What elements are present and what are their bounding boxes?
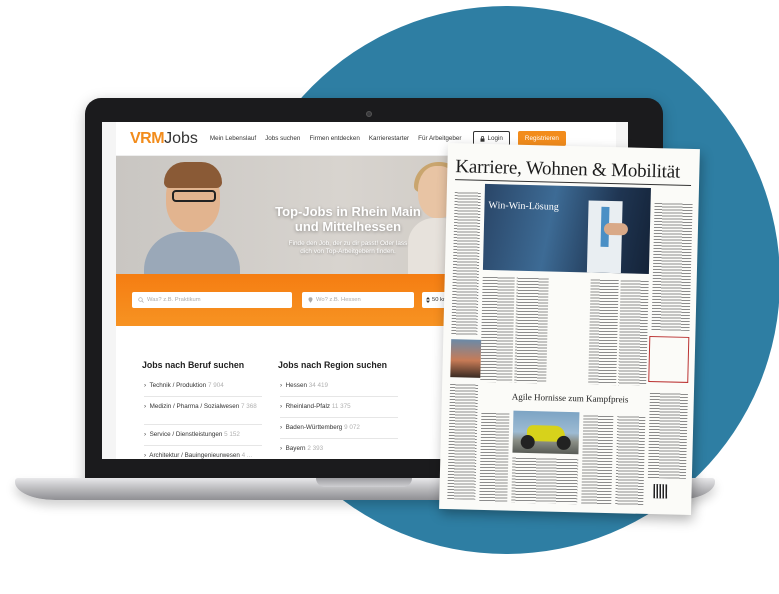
divider (280, 438, 398, 439)
divider (280, 417, 398, 418)
newspaper-column (451, 191, 481, 336)
list-item[interactable]: › Hessen 34 419 (280, 382, 328, 390)
keyword-placeholder: Was? z.B. Praktikum (147, 297, 201, 303)
keyword-search-input[interactable]: Was? z.B. Praktikum (132, 292, 292, 308)
sort-arrows-icon (426, 297, 430, 303)
newspaper-page: Karriere, Wohnen & Mobilität Win-Win-Lös… (439, 143, 700, 516)
list-item[interactable]: › Baden-Württemberg 9 072 (280, 424, 360, 432)
newspaper-column (479, 411, 510, 503)
newspaper-headline-main: Win-Win-Lösung (488, 200, 559, 213)
site-logo[interactable]: VRM Jobs (130, 130, 198, 148)
list-item[interactable]: › Architektur / Bauingenieurwesen 4 ... (144, 452, 252, 459)
newspaper-column (480, 275, 515, 383)
map-pin-icon (308, 297, 313, 303)
newspaper-column (618, 279, 649, 386)
laptop-notch (316, 478, 412, 487)
nav-jobs-suchen[interactable]: Jobs suchen (265, 135, 300, 142)
list-item[interactable]: › Technik / Produktion 7 904 (144, 382, 224, 390)
nav-karrierestarter[interactable]: Karrierestarter (369, 135, 409, 142)
newspaper-column (651, 202, 693, 331)
search-icon (138, 297, 144, 303)
newspaper-side-column (455, 183, 481, 184)
nav-fuer-arbeitgeber[interactable]: Für Arbeitgeber (418, 135, 461, 142)
divider (144, 396, 262, 397)
hero-subtitle: Finde den Job, der zu dir passt! Oder la… (288, 240, 408, 255)
newspaper-column (581, 414, 614, 506)
logo-jobs: Jobs (164, 129, 198, 147)
location-placeholder: Wo? z.B. Hessen (316, 297, 361, 303)
profession-heading: Jobs nach Beruf suchen (142, 360, 245, 370)
main-nav: Mein Lebenslauf Jobs suchen Firmen entde… (210, 135, 462, 142)
list-item[interactable]: › Rheinland-Pfalz 11 375 (280, 403, 351, 411)
divider (280, 396, 398, 397)
newspaper-column (514, 276, 549, 384)
list-item[interactable]: › Medizin / Pharma / Sozialwesen 7 368 (144, 403, 262, 411)
newspaper-infobox (648, 335, 690, 383)
webcam-icon (366, 111, 372, 117)
newspaper-photo-motorcycle (512, 410, 580, 455)
newspaper-column (615, 415, 646, 506)
login-label: Login (487, 135, 503, 142)
newspaper-photo-house (450, 339, 482, 378)
register-button[interactable]: Registrieren (517, 131, 566, 146)
logo-vrm: VRM (130, 129, 165, 147)
nav-firmen-entdecken[interactable]: Firmen entdecken (309, 135, 359, 142)
hero-title: Top-Jobs in Rhein Main und Mittelhessen (275, 204, 421, 234)
hero-photo-man (144, 162, 240, 274)
lock-icon (480, 135, 484, 142)
list-item[interactable]: › Bayern 2 393 (280, 445, 323, 453)
nav-mein-lebenslauf[interactable]: Mein Lebenslauf (210, 135, 256, 142)
newspaper-column (511, 456, 579, 505)
divider (144, 445, 262, 446)
newspaper-column (588, 278, 619, 386)
divider (144, 424, 262, 425)
newspaper-column (647, 392, 688, 479)
newspaper-photo-handshake (482, 183, 651, 274)
location-search-input[interactable]: Wo? z.B. Hessen (302, 292, 414, 308)
newspaper-column (447, 383, 479, 500)
newspaper-headline-second: Agile Hornisse zum Kampfpreis (511, 391, 629, 405)
newspaper-quote (552, 304, 586, 305)
qr-code-icon (653, 484, 668, 499)
newspaper-right-column (655, 188, 693, 189)
region-heading: Jobs nach Region suchen (278, 360, 388, 370)
list-item[interactable]: › Service / Dienstleistungen 5 152 (144, 431, 240, 439)
